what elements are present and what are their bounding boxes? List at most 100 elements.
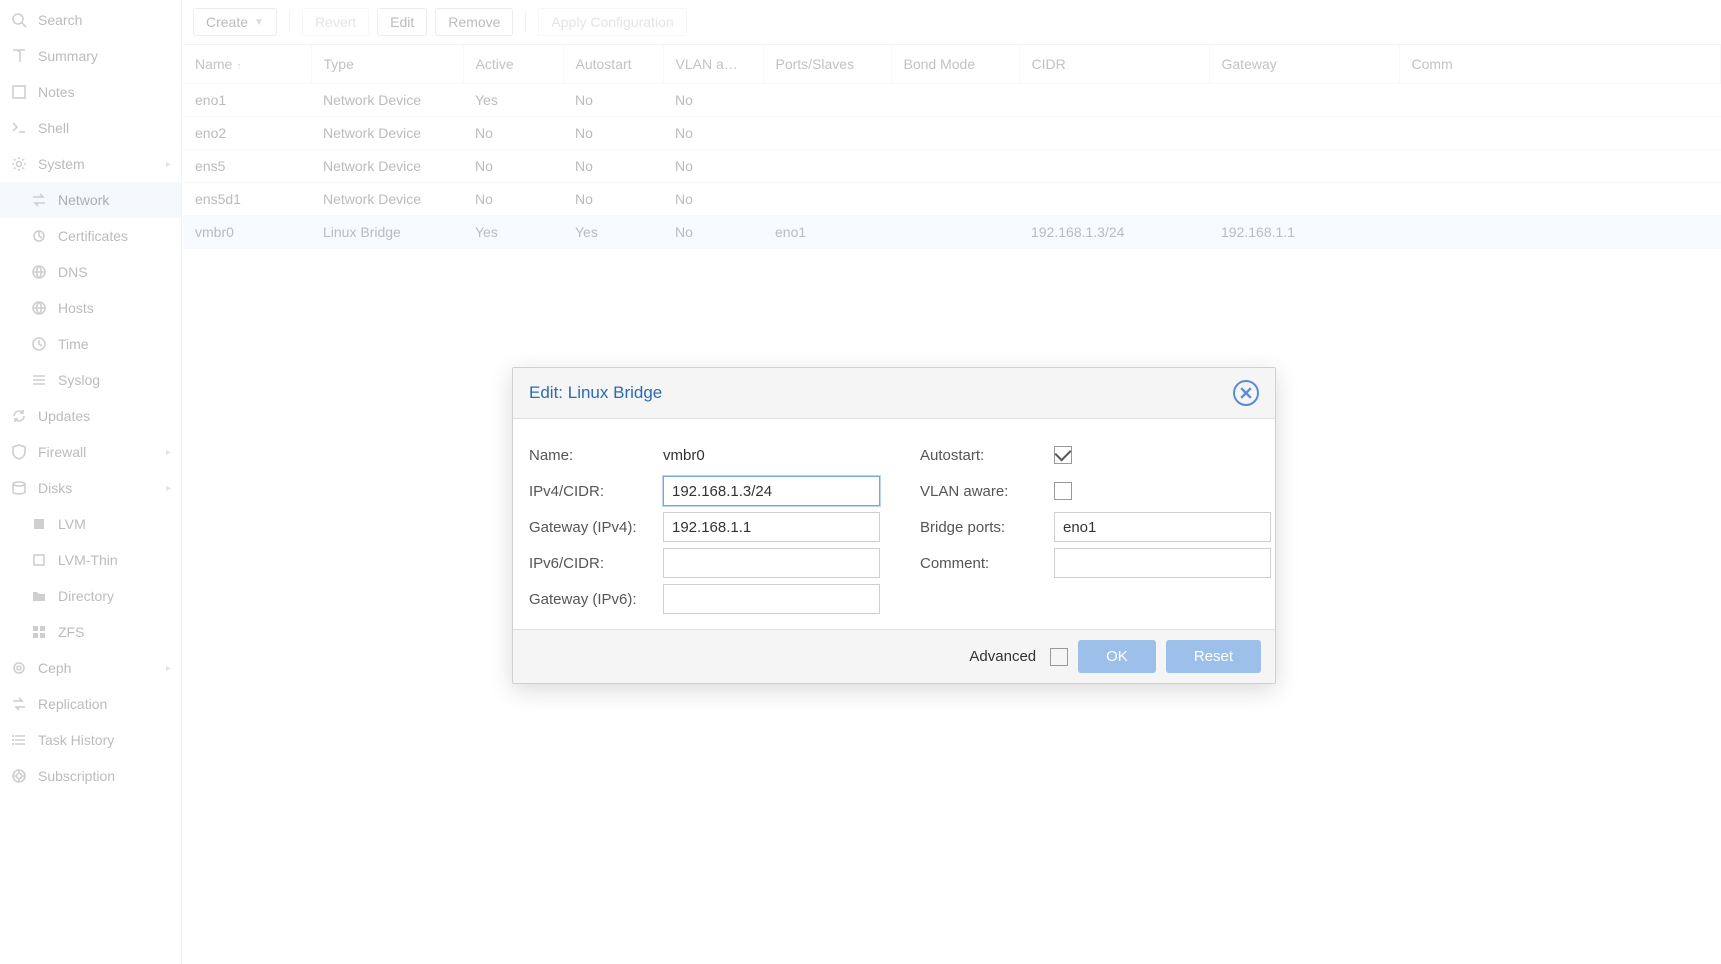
remove-button[interactable]: Remove xyxy=(435,8,513,36)
ceph-icon xyxy=(10,660,28,676)
sidebar-item-notes[interactable]: Notes xyxy=(0,74,181,110)
advanced-checkbox[interactable] xyxy=(1050,648,1068,666)
cell-name: vmbr0 xyxy=(183,216,311,249)
sidebar-item-label: Hosts xyxy=(58,300,94,316)
bridge-ports-input[interactable] xyxy=(1054,512,1271,542)
cell-vlan: No xyxy=(663,183,763,216)
comment-input[interactable] xyxy=(1054,548,1271,578)
sidebar-item-label: Replication xyxy=(38,696,107,712)
cell-bond xyxy=(891,84,1019,117)
sidebar-item-syslog[interactable]: Syslog xyxy=(0,362,181,398)
table-body: eno1Network DeviceYesNoNoeno2Network Dev… xyxy=(183,84,1721,249)
sidebar-item-summary[interactable]: Summary xyxy=(0,38,181,74)
gateway-ipv4-input[interactable] xyxy=(663,512,880,542)
cell-ports xyxy=(763,150,891,183)
sidebar-item-network[interactable]: Network xyxy=(0,182,181,218)
table-row[interactable]: eno1Network DeviceYesNoNo xyxy=(183,84,1721,117)
name-row: Name: vmbr0 xyxy=(529,437,880,473)
sidebar-item-directory[interactable]: Directory xyxy=(0,578,181,614)
cell-comment xyxy=(1399,216,1721,249)
sidebar-item-label: ZFS xyxy=(58,624,84,640)
bridge-ports-row: Bridge ports: xyxy=(920,509,1271,545)
folder-icon xyxy=(30,588,48,604)
sidebar-item-certificates[interactable]: Certificates xyxy=(0,218,181,254)
network-table: Name↑ Type ActiveAutostartVLAN a…Ports/Sla… xyxy=(183,44,1721,249)
table-row[interactable]: vmbr0Linux BridgeYesYesNoeno1192.168.1.3… xyxy=(183,216,1721,249)
sidebar-item-ceph[interactable]: Ceph▸ xyxy=(0,650,181,686)
ipv6cidr-row: IPv6/CIDR: xyxy=(529,545,880,581)
column-header-label: CIDR xyxy=(1032,56,1066,72)
sort-asc-icon: ↑ xyxy=(236,61,241,72)
edit-button[interactable]: Edit xyxy=(377,8,427,36)
cell-cidr xyxy=(1019,150,1209,183)
cell-name: ens5 xyxy=(183,150,311,183)
close-icon xyxy=(1240,387,1252,399)
ipv4cidr-row: IPv4/CIDR: xyxy=(529,473,880,509)
cell-autostart: No xyxy=(563,117,663,150)
cell-ports xyxy=(763,183,891,216)
ipv6cidr-input[interactable] xyxy=(663,548,880,578)
column-header[interactable]: Autostart xyxy=(563,45,663,84)
sidebar-item-zfs[interactable]: ZFS xyxy=(0,614,181,650)
edit-bridge-dialog: Edit: Linux Bridge Name: vmbr0 IPv4/CIDR… xyxy=(512,367,1276,684)
sidebar-item-replication[interactable]: Replication xyxy=(0,686,181,722)
column-header-label: Bond Mode xyxy=(904,56,976,72)
sidebar-item-firewall[interactable]: Firewall▸ xyxy=(0,434,181,470)
toolbar-divider xyxy=(289,11,290,33)
cell-gateway: 192.168.1.1 xyxy=(1209,216,1399,249)
sidebar-item-system[interactable]: System▸ xyxy=(0,146,181,182)
column-header[interactable]: Bond Mode xyxy=(891,45,1019,84)
apply-config-button[interactable]: Apply Configuration xyxy=(538,8,686,36)
column-header[interactable]: VLAN a… xyxy=(663,45,763,84)
cell-bond xyxy=(891,216,1019,249)
gateway-ipv6-input[interactable] xyxy=(663,584,880,614)
cell-type: Linux Bridge xyxy=(311,216,463,249)
column-header[interactable]: Comm xyxy=(1399,45,1721,84)
ipv4cidr-input[interactable] xyxy=(663,476,880,506)
cell-vlan: No xyxy=(663,150,763,183)
column-header-label: Type xyxy=(324,56,354,72)
sidebar-item-updates[interactable]: Updates xyxy=(0,398,181,434)
sidebar-item-lvm[interactable]: LVM xyxy=(0,506,181,542)
table-row[interactable]: ens5d1Network DeviceNoNoNo xyxy=(183,183,1721,216)
cell-active: No xyxy=(463,183,563,216)
column-header[interactable]: Type xyxy=(311,45,463,84)
sidebar-item-task-history[interactable]: Task History xyxy=(0,722,181,758)
shield-icon xyxy=(10,444,28,460)
create-button[interactable]: Create ▼ xyxy=(193,8,277,36)
sidebar-item-time[interactable]: Time xyxy=(0,326,181,362)
sidebar-item-label: Ceph xyxy=(38,660,71,676)
revert-button[interactable]: Revert xyxy=(302,8,369,36)
sidebar-item-disks[interactable]: Disks▸ xyxy=(0,470,181,506)
vlan-aware-checkbox[interactable] xyxy=(1054,482,1072,500)
column-header[interactable]: Ports/Slaves xyxy=(763,45,891,84)
column-header[interactable]: CIDR xyxy=(1019,45,1209,84)
dialog-body: Name: vmbr0 IPv4/CIDR: Gateway (IPv4): I… xyxy=(513,419,1275,629)
cell-ports: eno1 xyxy=(763,216,891,249)
sidebar-item-label: Summary xyxy=(38,48,98,64)
reset-button[interactable]: Reset xyxy=(1166,640,1261,673)
tasklist-icon xyxy=(10,732,28,748)
column-header[interactable]: Gateway xyxy=(1209,45,1399,84)
column-header[interactable]: Active xyxy=(463,45,563,84)
close-button[interactable] xyxy=(1233,380,1259,406)
sidebar: Search Summary NotesShellSystem▸NetworkCer… xyxy=(0,0,182,964)
name-label: Name: xyxy=(529,447,663,464)
exchange-icon xyxy=(30,192,48,208)
table-row[interactable]: eno2Network DeviceNoNoNo xyxy=(183,117,1721,150)
cell-active: Yes xyxy=(463,84,563,117)
sidebar-item-subscription[interactable]: Subscription xyxy=(0,758,181,794)
autostart-checkbox[interactable] xyxy=(1054,446,1072,464)
ok-button[interactable]: OK xyxy=(1078,640,1156,673)
sidebar-item-search[interactable]: Search xyxy=(0,2,181,38)
sidebar-item-hosts[interactable]: Hosts xyxy=(0,290,181,326)
sidebar-item-label: Syslog xyxy=(58,372,100,388)
cell-comment xyxy=(1399,84,1721,117)
sidebar-item-lvm-thin[interactable]: LVM-Thin xyxy=(0,542,181,578)
sidebar-item-dns[interactable]: DNS xyxy=(0,254,181,290)
sidebar-item-label: Directory xyxy=(58,588,114,604)
column-header[interactable]: Name↑ xyxy=(183,45,311,84)
table-row[interactable]: ens5Network DeviceNoNoNo xyxy=(183,150,1721,183)
sidebar-item-shell[interactable]: Shell xyxy=(0,110,181,146)
cell-gateway xyxy=(1209,117,1399,150)
